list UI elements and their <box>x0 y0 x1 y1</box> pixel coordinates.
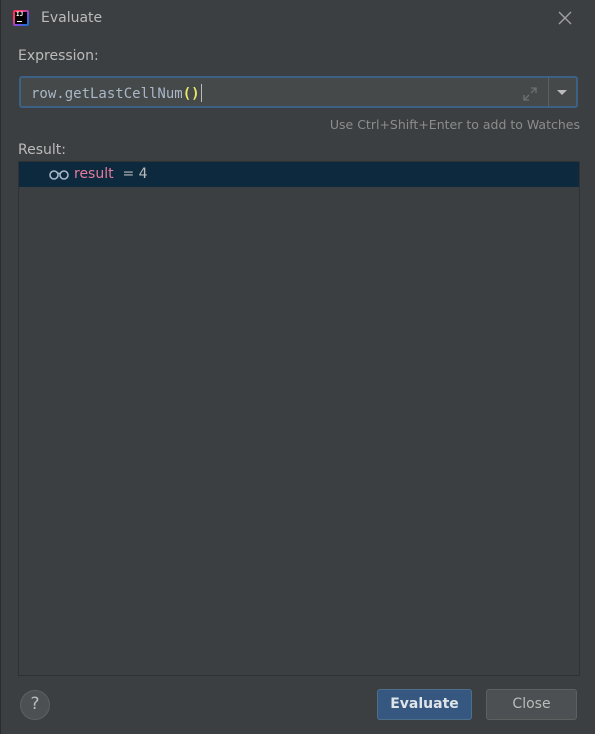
result-label: Result: <box>18 142 66 158</box>
expression-label: Expression: <box>18 48 99 64</box>
close-button[interactable]: Close <box>486 689 577 720</box>
expression-text: row.getLastCellNum() <box>31 84 202 102</box>
glasses-icon <box>49 170 69 180</box>
close-icon[interactable] <box>557 10 573 26</box>
expression-combo[interactable]: row.getLastCellNum() <box>19 76 578 108</box>
chevron-down-icon <box>557 90 567 95</box>
text-caret <box>200 84 202 102</box>
watches-hint: Use Ctrl+Shift+Enter to add to Watches <box>329 117 580 132</box>
expression-value: row.getLastCellNum <box>31 86 183 102</box>
window-title: Evaluate <box>41 10 103 26</box>
help-button[interactable]: ? <box>20 690 50 720</box>
result-variable-name: result <box>74 166 114 182</box>
expression-parens: () <box>182 86 200 102</box>
result-row[interactable]: result = 4 <box>19 162 579 187</box>
evaluate-dialog: IJ Evaluate Expression: row.getLastCellN… <box>0 0 595 734</box>
intellij-idea-icon: IJ <box>13 10 29 26</box>
expression-input[interactable]: row.getLastCellNum() <box>23 80 549 104</box>
evaluate-button[interactable]: Evaluate <box>377 689 472 720</box>
result-tree[interactable]: result = 4 <box>18 161 580 676</box>
result-value: = 4 <box>118 166 148 182</box>
history-dropdown-button[interactable] <box>548 78 576 106</box>
title-bar[interactable]: IJ Evaluate <box>1 0 595 38</box>
expand-icon[interactable] <box>521 85 539 103</box>
